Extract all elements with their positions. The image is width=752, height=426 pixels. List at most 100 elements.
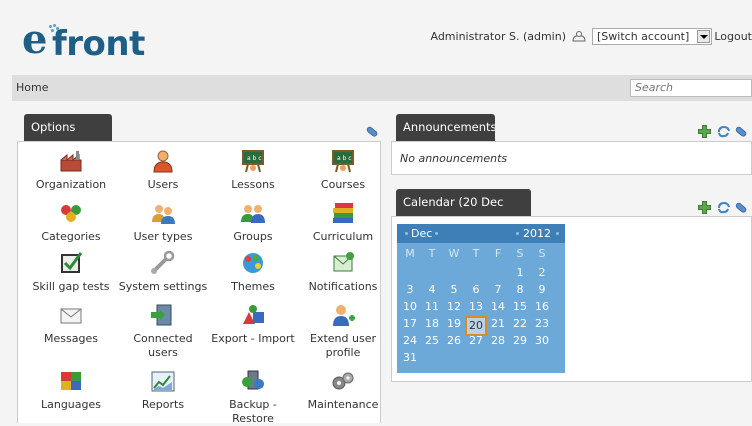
switch-account-select[interactable]: [Switch account]: [592, 28, 712, 45]
wrench-icon[interactable]: [148, 250, 178, 276]
option-label[interactable]: Languages: [26, 398, 116, 412]
calendar-day[interactable]: 21: [487, 317, 509, 330]
calendar-day[interactable]: 13: [465, 300, 487, 313]
option-maintenance[interactable]: Maintenance: [298, 368, 388, 412]
user-types-icon[interactable]: [148, 200, 178, 226]
option-user-types[interactable]: User types: [118, 200, 208, 244]
search-input[interactable]: Search: [630, 79, 752, 97]
door-icon[interactable]: [148, 302, 178, 328]
option-groups[interactable]: Groups: [208, 200, 298, 244]
option-skill-gap-tests[interactable]: Skill gap tests: [26, 250, 116, 294]
calendar-day[interactable]: 30: [531, 334, 553, 347]
option-label[interactable]: System settings: [118, 280, 208, 294]
option-label[interactable]: Extend user profile: [298, 332, 388, 360]
calendar-day[interactable]: 29: [509, 334, 531, 347]
option-courses[interactable]: a b c Courses: [298, 148, 388, 192]
breadcrumb-home[interactable]: Home: [16, 81, 48, 94]
option-curriculum[interactable]: Curriculum: [298, 200, 388, 244]
calendar-day[interactable]: 12: [443, 300, 465, 313]
calendar-day[interactable]: 25: [421, 334, 443, 347]
shapes-icon[interactable]: [238, 302, 268, 328]
logout-link[interactable]: Logout: [714, 30, 752, 43]
books-icon[interactable]: [328, 200, 358, 226]
option-label[interactable]: Courses: [298, 178, 388, 192]
palette-icon[interactable]: [238, 250, 268, 276]
calendar-day[interactable]: 6: [465, 283, 487, 296]
calendar-day[interactable]: 19: [443, 317, 465, 330]
envelope-icon[interactable]: [56, 302, 86, 328]
calendar-day[interactable]: 18: [421, 317, 443, 330]
option-label[interactable]: Maintenance: [298, 398, 388, 412]
option-themes[interactable]: Themes: [208, 250, 298, 294]
flag-icon[interactable]: [56, 368, 86, 394]
option-label[interactable]: Messages: [26, 332, 116, 346]
option-organization[interactable]: Organization: [26, 148, 116, 192]
refresh-icon[interactable]: [717, 125, 731, 139]
paperclip-icon[interactable]: [734, 124, 748, 138]
option-label[interactable]: Themes: [208, 280, 298, 294]
option-system-settings[interactable]: System settings: [118, 250, 208, 294]
calendar-month[interactable]: Dec: [411, 227, 432, 240]
chalkboard-icon[interactable]: a b c: [238, 148, 268, 174]
option-label[interactable]: Skill gap tests: [26, 280, 116, 294]
calendar-day[interactable]: 31: [399, 351, 421, 364]
calendar-day[interactable]: 2: [531, 266, 553, 279]
calendar-day[interactable]: 11: [421, 300, 443, 313]
paperclip-icon[interactable]: [365, 124, 379, 138]
chart-icon[interactable]: [148, 368, 178, 394]
calendar-day-selected[interactable]: 20: [465, 316, 487, 336]
factory-icon[interactable]: [56, 148, 86, 174]
option-label[interactable]: Notifications: [298, 280, 388, 294]
option-users[interactable]: Users: [118, 148, 208, 192]
option-label[interactable]: Reports: [118, 398, 208, 412]
option-languages[interactable]: Languages: [26, 368, 116, 412]
add-icon[interactable]: [698, 125, 712, 139]
option-label[interactable]: Lessons: [208, 178, 298, 192]
chalkboard-icon[interactable]: a b c: [328, 148, 358, 174]
calendar-day[interactable]: 27: [465, 334, 487, 347]
calendar-day[interactable]: 8: [509, 283, 531, 296]
user-icon[interactable]: [148, 148, 178, 174]
calendar-day[interactable]: 26: [443, 334, 465, 347]
calendar-day[interactable]: 4: [421, 283, 443, 296]
categories-icon[interactable]: [56, 200, 86, 226]
option-categories[interactable]: Categories: [26, 200, 116, 244]
option-connected-users[interactable]: Connected users: [118, 302, 208, 360]
option-label[interactable]: Groups: [208, 230, 298, 244]
user-status-icon[interactable]: [572, 30, 586, 43]
option-label[interactable]: Curriculum: [298, 230, 388, 244]
option-label[interactable]: Users: [118, 178, 208, 192]
calendar-day[interactable]: 14: [487, 300, 509, 313]
calendar-day[interactable]: 3: [399, 283, 421, 296]
user-add-icon[interactable]: [328, 302, 358, 328]
option-label[interactable]: Backup - Restore: [208, 398, 298, 426]
option-notifications[interactable]: Notifications: [298, 250, 388, 294]
calendar-day[interactable]: 1: [509, 266, 531, 279]
calendar-day[interactable]: 5: [443, 283, 465, 296]
groups-icon[interactable]: [238, 200, 268, 226]
dropdown-arrow-icon[interactable]: [697, 30, 710, 43]
calendar-day[interactable]: 15: [509, 300, 531, 313]
server-icon[interactable]: [238, 368, 268, 394]
calendar-day[interactable]: 7: [487, 283, 509, 296]
option-lessons[interactable]: a b c Lessons: [208, 148, 298, 192]
option-label[interactable]: Categories: [26, 230, 116, 244]
refresh-icon[interactable]: [717, 201, 731, 215]
user-name[interactable]: Administrator S. (admin): [430, 30, 566, 43]
option-label[interactable]: Export - Import: [208, 332, 298, 346]
option-backup-restore[interactable]: Backup - Restore: [208, 368, 298, 426]
option-messages[interactable]: Messages: [26, 302, 116, 346]
option-reports[interactable]: Reports: [118, 368, 208, 412]
calendar-day[interactable]: 23: [531, 317, 553, 330]
checkbox-icon[interactable]: [56, 250, 86, 276]
calendar-day[interactable]: 17: [399, 317, 421, 330]
gears-icon[interactable]: [328, 368, 358, 394]
calendar-day[interactable]: 9: [531, 283, 553, 296]
calendar-day[interactable]: 22: [509, 317, 531, 330]
add-icon[interactable]: [698, 201, 712, 215]
calendar-year[interactable]: 2012: [523, 227, 551, 240]
option-label[interactable]: Organization: [26, 178, 116, 192]
option-export-import[interactable]: Export - Import: [208, 302, 298, 346]
paperclip-icon[interactable]: [734, 200, 748, 214]
notification-icon[interactable]: [328, 250, 358, 276]
